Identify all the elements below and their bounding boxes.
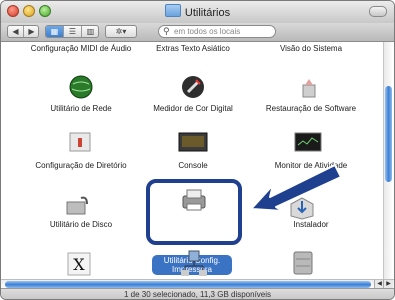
forward-arrow-icon[interactable]: ▶ xyxy=(24,26,39,37)
item-label[interactable]: Console xyxy=(139,161,247,170)
list-view-icon[interactable]: ☰ xyxy=(64,26,81,37)
search-field[interactable]: ⚲ em todos os locais xyxy=(158,25,276,38)
status-bar: 1 de 30 selecionado, 11,3 GB disponíveis xyxy=(1,288,394,299)
action-menu-button[interactable]: ✲▾ xyxy=(105,25,137,38)
item-label[interactable]: Visão do Sistema xyxy=(257,44,365,53)
window-title-text: Utilitários xyxy=(184,7,231,19)
x11-icon[interactable]: X xyxy=(67,252,91,276)
item-label[interactable]: Utilitário de Disco xyxy=(27,220,135,229)
horizontal-scroll-thumb[interactable] xyxy=(5,281,371,288)
console-icon[interactable] xyxy=(177,130,209,156)
item-label[interactable]: Medidor de Cor Digital xyxy=(139,104,247,113)
item-label[interactable]: Configuração MIDI de Áudio xyxy=(27,44,135,53)
svg-text:X: X xyxy=(73,255,85,274)
selection-highlight-box xyxy=(146,179,242,245)
title-bar[interactable]: Utilitários xyxy=(1,1,394,24)
toolbar-toggle-button[interactable] xyxy=(369,6,387,17)
gear-icon: ✲▾ xyxy=(115,27,127,36)
finder-window: Utilitários ◀ ▶ ▦ ☰ ▥ ✲▾ ⚲ em todos os l… xyxy=(0,0,395,300)
item-label[interactable]: Extras Texto Asiático xyxy=(139,44,247,53)
back-arrow-icon[interactable]: ◀ xyxy=(8,26,23,37)
toolbar: ◀ ▶ ▦ ☰ ▥ ✲▾ ⚲ em todos os locais xyxy=(1,23,394,42)
color-meter-icon[interactable] xyxy=(181,75,205,99)
directory-icon[interactable] xyxy=(67,130,93,156)
disk-utility-icon[interactable] xyxy=(63,192,91,220)
item-label[interactable]: Configuração de Diretório xyxy=(15,161,147,170)
pointer-arrow-icon xyxy=(250,164,342,212)
view-mode-buttons: ▦ ☰ ▥ xyxy=(45,25,99,38)
back-forward-buttons: ◀ ▶ xyxy=(7,25,39,38)
item-label[interactable]: Restauração de Software xyxy=(257,104,365,113)
install-disc-icon[interactable] xyxy=(297,75,321,99)
search-placeholder: em todos os locais xyxy=(174,27,241,36)
server-icon[interactable] xyxy=(291,250,315,276)
network-utility-icon[interactable] xyxy=(179,248,209,276)
item-label[interactable]: Utilitário de Rede xyxy=(27,104,135,113)
icon-view-icon[interactable]: ▦ xyxy=(46,26,63,37)
window-title: Utilitários xyxy=(1,4,394,19)
folder-icon xyxy=(164,4,181,17)
activity-monitor-icon[interactable] xyxy=(293,130,323,156)
vertical-scrollbar[interactable] xyxy=(383,42,393,279)
network-globe-icon[interactable] xyxy=(69,75,93,99)
search-icon: ⚲ xyxy=(163,26,170,36)
vertical-scroll-thumb[interactable] xyxy=(385,86,392,182)
column-view-icon[interactable]: ▥ xyxy=(82,26,99,37)
